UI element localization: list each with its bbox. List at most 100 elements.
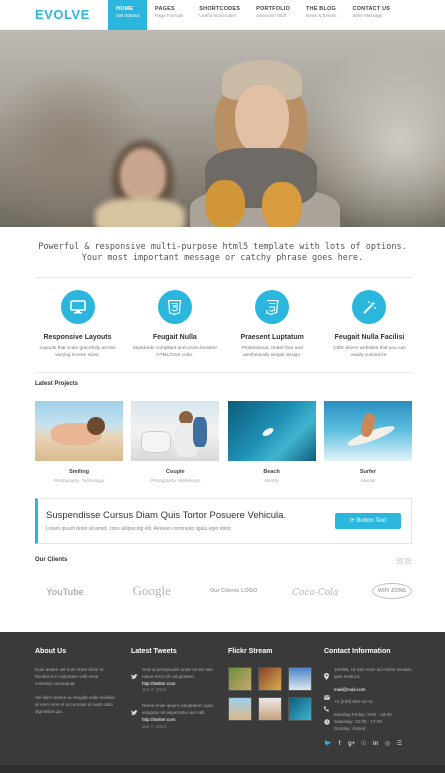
footer-about-text: Vel illum dolore eu feugiat nulla facili… (35, 695, 115, 714)
client-logo-coca-cola[interactable]: Coca-Cola (285, 582, 345, 600)
call-to-action-banner: Suspendisse Cursus Diam Quis Tortor Posu… (35, 498, 412, 544)
nav-item-subtitle: Write Message (352, 13, 383, 18)
project-title[interactable]: Couple (131, 469, 219, 475)
site-logo[interactable]: EVOLVE (35, 7, 90, 22)
feature-card: Feugait Nulla Facilisi CMS driven websit… (327, 290, 412, 359)
flickr-thumbnail[interactable] (288, 697, 312, 721)
footer-contact-title: Contact Information (324, 648, 391, 655)
flickr-thumbnail[interactable] (288, 667, 312, 691)
feature-description: Layouts that scale gracefully across var… (39, 346, 116, 358)
contact-email-link[interactable]: mail@mail.com (334, 687, 414, 694)
footer-tweets-title: Latest Tweets (131, 648, 177, 655)
contact-phone-text: +1 (229) 991-22-11 (334, 699, 374, 705)
contact-address: 100/88, Ut wisi enim ad minim veniam, qu… (324, 667, 414, 681)
project-thumbnail[interactable] (35, 401, 123, 461)
client-logo-youtube[interactable]: YouTube (35, 582, 95, 600)
nav-item-title: SHORTCODES (199, 6, 241, 12)
tweet-date: Jun 7, 2013 (142, 687, 167, 693)
contact-phone: +1 (229) 991-22-11 (324, 699, 414, 712)
css3-icon[interactable] (255, 290, 290, 324)
contact-hours: Monday-Friday: 9:00 - 18:00 Saturday: 10… (324, 712, 414, 732)
twitter-icon[interactable]: 🐦 (324, 741, 331, 748)
nav-item-title: CONTACT US (352, 6, 391, 12)
tweet-link[interactable]: http://twitter.com (142, 717, 217, 724)
footer-flickr: Flickr Stream (228, 648, 314, 721)
project-thumbnail[interactable] (323, 401, 412, 461)
tweet-item: Sed ut perspiciatis unde omnis iste natu… (131, 667, 217, 694)
nav-item-portfolio[interactable]: PORTFOLIO Awesome Stuff (248, 0, 298, 30)
project-thumbnail[interactable] (227, 401, 316, 461)
twitter-bird-icon (131, 703, 138, 721)
rss-icon[interactable]: ☰ (396, 741, 403, 748)
client-logo-text: WiFi ZONE (372, 583, 412, 599)
clock-icon (324, 712, 330, 730)
banner-text: Lorem ipsum dolor sit amet, cons adipisc… (46, 526, 232, 532)
clients-next-button[interactable]: › (405, 558, 411, 564)
dribbble-icon[interactable]: ◎ (384, 741, 391, 748)
clients-prev-button[interactable]: ‹ (397, 558, 403, 564)
nav-item-contact[interactable]: CONTACT US Write Message (345, 0, 399, 30)
feature-description: Standards compliant and cross-browser HT… (132, 346, 218, 358)
client-logo-google[interactable]: Google (122, 582, 182, 600)
divider (35, 372, 412, 373)
nav-item-blog[interactable]: THE BLOG News & Events (298, 0, 345, 30)
project-category: Identity (360, 478, 376, 483)
project-card[interactable]: Beach Identity (227, 401, 316, 483)
monitor-icon[interactable] (60, 290, 95, 324)
linkedin-icon[interactable]: in (372, 741, 379, 748)
footer-about-title: About Us (35, 648, 67, 655)
feature-title: Responsive Layouts (43, 334, 112, 341)
nav-item-subtitle: Get Started (116, 13, 140, 18)
tweet-link[interactable]: http://twitter.com (142, 681, 217, 688)
hero-slider-image[interactable] (0, 30, 445, 227)
client-logo-text: Our Clients LOGO (209, 588, 258, 594)
project-card[interactable]: Couple Photography, Webdesign (131, 401, 220, 483)
nav-item-subtitle: Page Formats (155, 13, 184, 18)
project-title[interactable]: Smiling (35, 469, 123, 475)
nav-item-subtitle: Awesome Stuff (256, 13, 287, 18)
client-logo-our-clients[interactable]: Our Clients LOGO (209, 587, 259, 595)
flickr-thumbnail[interactable] (258, 697, 282, 721)
project-card[interactable]: Surfer Identity (323, 401, 412, 483)
nav-item-title: PAGES (155, 6, 175, 12)
hero-figure-front-face (235, 85, 289, 155)
client-logo-text: Coca-Cola (292, 588, 339, 598)
project-title[interactable]: Surfer (324, 469, 412, 475)
nav-item-home[interactable]: HOME Get Started (108, 0, 148, 30)
refresh-icon: ⟳ (349, 518, 355, 524)
contact-hours-text: Saturday: 10:00 - 17:00 (334, 718, 383, 724)
divider (35, 277, 412, 278)
flickr-thumbnail[interactable] (228, 667, 252, 691)
footer-about-text: Duis autem vel eum iriure dolor in hendr… (35, 667, 104, 686)
feature-title: Feugait Nulla (152, 334, 197, 341)
contact-address-text: 100/88, Ut wisi enim ad minim veniam, qu… (334, 667, 413, 679)
nav-item-subtitle: News & Events (305, 13, 337, 18)
html5-icon[interactable] (157, 290, 192, 324)
facebook-icon[interactable]: f (336, 741, 343, 748)
client-logo-wifi-zone[interactable]: WiFi ZONE (372, 583, 412, 599)
project-category: Photography, Webdesign (150, 478, 201, 483)
google-plus-icon[interactable]: g+ (348, 741, 355, 748)
contact-email: mail@mail.com (324, 687, 414, 700)
nav-item-title: THE BLOG (305, 6, 337, 12)
nav-item-shortcodes[interactable]: SHORTCODES Useful Shortcodes (191, 0, 248, 30)
flickr-thumbnail[interactable] (228, 697, 252, 721)
footer-flickr-title: Flickr Stream (228, 648, 273, 655)
banner-button[interactable]: ⟳ Button Text (335, 513, 401, 529)
twitter-bird-icon (131, 667, 138, 685)
project-thumbnail[interactable] (131, 401, 220, 461)
nav-item-pages[interactable]: PAGES Page Formats (147, 0, 191, 30)
hero-figure-back-face (120, 148, 166, 202)
nav-item-subtitle: Useful Shortcodes (199, 13, 237, 18)
project-title[interactable]: Beach (228, 469, 316, 475)
hero-figure-back-scarf (95, 198, 185, 227)
magic-wand-icon[interactable] (352, 290, 387, 324)
project-card[interactable]: Smiling Photography, Technology (35, 401, 123, 483)
footer-about: About Us Duis autem vel eum iriure dolor… (35, 648, 115, 716)
social-icons: 🐦 f g+ ☉ in ◎ ☰ (324, 741, 414, 748)
features-row: Responsive Layouts Layouts that scale gr… (35, 290, 412, 359)
tweet-item: Nemo enim ipsam voluptatem quia voluptas… (131, 703, 217, 730)
pinterest-icon[interactable]: ☉ (360, 741, 367, 748)
flickr-thumbnail[interactable] (258, 667, 282, 691)
feature-card: Feugait Nulla Standards compliant and cr… (132, 290, 217, 359)
